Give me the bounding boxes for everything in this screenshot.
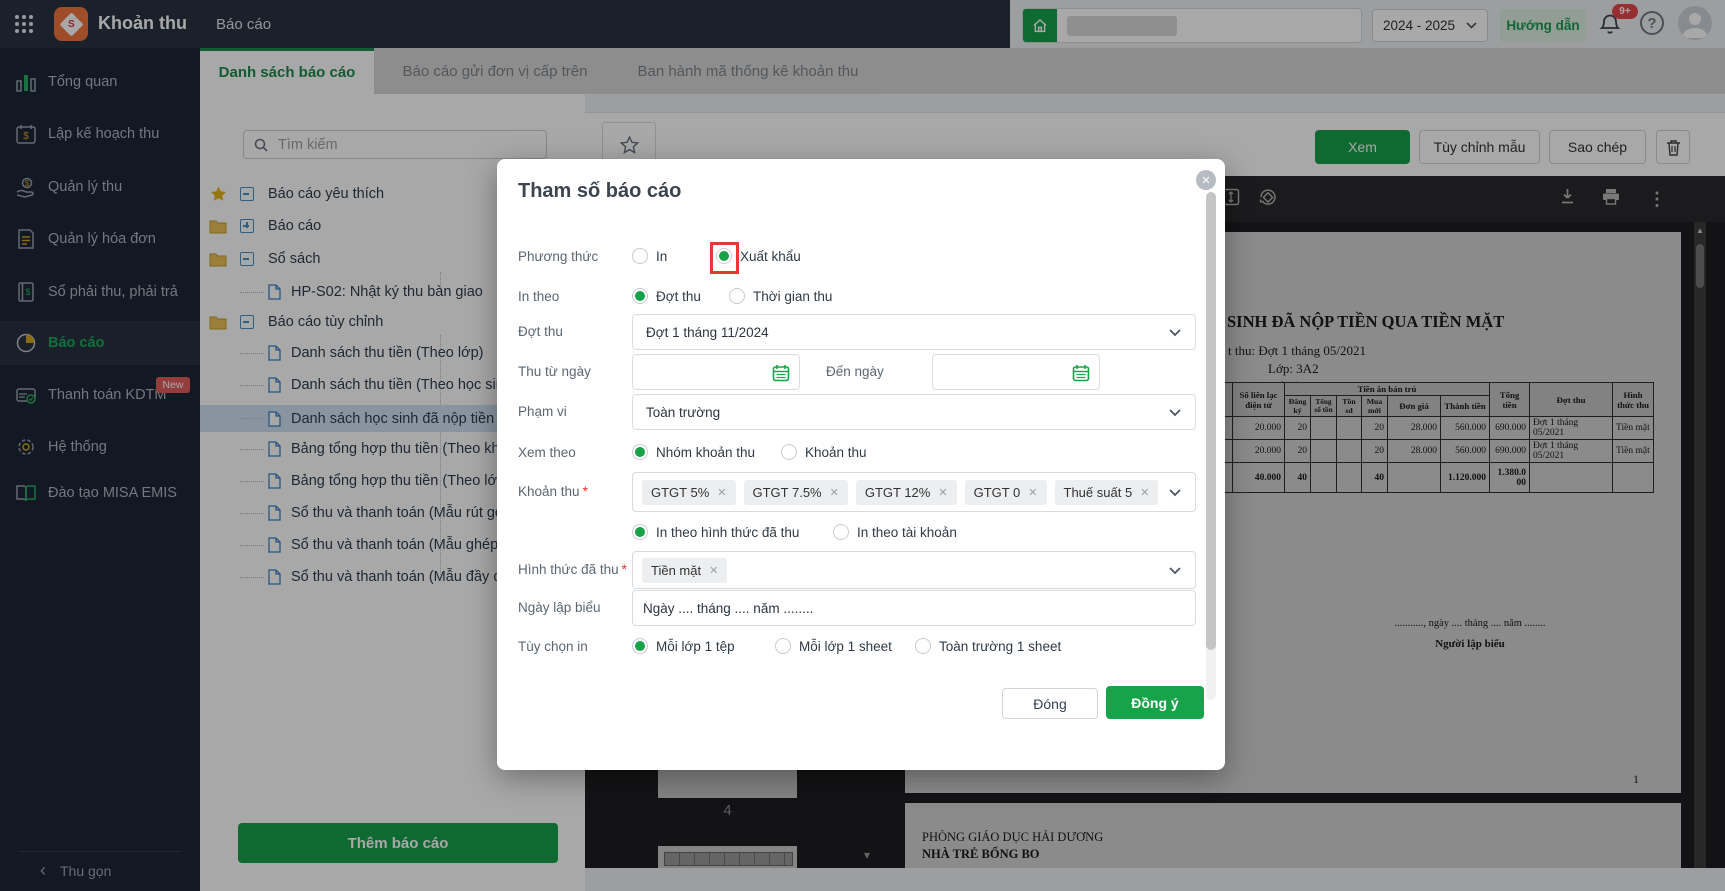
ngay-lap-bieu-input[interactable]: Ngày .... tháng .... năm ........ <box>632 590 1196 626</box>
annotation-highlight-box <box>710 242 739 274</box>
tag-gtgt0: GTGT 0 ✕ <box>964 479 1047 505</box>
required-asterisk: * <box>621 562 627 577</box>
tag-gtgt75: GTGT 7.5% ✕ <box>743 479 848 505</box>
remove-tag-icon[interactable]: ✕ <box>717 486 726 499</box>
remove-tag-icon[interactable]: ✕ <box>1028 486 1037 499</box>
field-label-khoan-thu: Khoản thu * <box>518 484 588 499</box>
radio-in[interactable]: In <box>632 248 667 264</box>
radio-selected-icon[interactable] <box>632 444 648 460</box>
radio-in-theo-tai-khoan[interactable]: In theo tài khoản <box>833 524 957 540</box>
ok-button[interactable]: Đồng ý <box>1106 686 1204 719</box>
khoan-thu-multiselect[interactable]: GTGT 5% ✕ GTGT 7.5% ✕ GTGT 12% ✕ GTGT 0 ✕ Th… <box>632 472 1196 512</box>
report-params-modal: Tham số báo cáo ✕ Phương thức In Xuất kh… <box>497 159 1225 770</box>
radio-dot-thu[interactable]: Đợt thu <box>632 288 701 304</box>
radio-moi-lop-1-sheet[interactable]: Mỗi lớp 1 sheet <box>775 638 892 654</box>
radio-icon[interactable] <box>833 524 849 540</box>
den-ngay-input[interactable] <box>932 354 1100 390</box>
tag-tien-mat: Tiền mặt ✕ <box>642 557 728 583</box>
radio-icon[interactable] <box>775 638 791 654</box>
radio-selected-icon[interactable] <box>632 638 648 654</box>
field-label-in-theo: In theo <box>518 289 560 304</box>
field-label-tuy-chon-in: Tùy chọn in <box>518 639 588 654</box>
chevron-down-icon <box>1169 329 1181 337</box>
tag-thue-suat-5: Thuế suất 5 ✕ <box>1054 479 1159 505</box>
radio-selected-icon[interactable] <box>632 288 648 304</box>
calendar-icon[interactable] <box>1072 364 1090 382</box>
field-label-ngay-lap-bieu: Ngày lập biểu <box>518 600 601 615</box>
radio-toan-truong-1-sheet[interactable]: Toàn trường 1 sheet <box>915 638 1061 654</box>
radio-icon[interactable] <box>632 248 648 264</box>
remove-tag-icon[interactable]: ✕ <box>709 564 718 577</box>
close-icon[interactable]: ✕ <box>1196 170 1216 190</box>
close-button[interactable]: Đóng <box>1002 688 1098 719</box>
thu-tu-ngay-input[interactable] <box>632 354 800 390</box>
tag-gtgt12: GTGT 12% ✕ <box>855 479 957 505</box>
hinh-thuc-da-thu-multiselect[interactable]: Tiền mặt ✕ <box>632 551 1196 589</box>
modal-title: Tham số báo cáo <box>518 180 682 202</box>
field-label-hinh-thuc-da-thu: Hình thức đã thu * <box>518 562 627 577</box>
radio-moi-lop-1-tep[interactable]: Mỗi lớp 1 tệp <box>632 638 735 654</box>
radio-thoi-gian-thu[interactable]: Thời gian thu <box>729 288 832 304</box>
field-label-xem-theo: Xem theo <box>518 445 576 460</box>
chevron-down-icon <box>1169 567 1181 575</box>
chevron-down-icon <box>1169 489 1181 497</box>
chevron-down-icon <box>1169 409 1181 417</box>
calendar-icon[interactable] <box>772 364 790 382</box>
modal-scrollbar-thumb[interactable] <box>1206 192 1216 650</box>
radio-nhom-khoan-thu[interactable]: Nhóm khoản thu <box>632 444 755 460</box>
radio-selected-icon[interactable] <box>632 524 648 540</box>
remove-tag-icon[interactable]: ✕ <box>938 486 947 499</box>
remove-tag-icon[interactable]: ✕ <box>1140 486 1149 499</box>
app-root: S Khoản thu Báo cáo 2024 - 2025 Hướng dẫ… <box>0 0 1725 891</box>
field-label-thu-tu-ngay: Thu từ ngày <box>518 364 591 379</box>
radio-icon[interactable] <box>729 288 745 304</box>
required-asterisk: * <box>582 484 588 499</box>
field-label-phuong-thuc: Phương thức <box>518 249 599 264</box>
radio-in-theo-hinh-thuc[interactable]: In theo hình thức đã thu <box>632 524 799 540</box>
tag-gtgt5: GTGT 5% ✕ <box>642 479 736 505</box>
dot-thu-select[interactable]: Đợt 1 tháng 11/2024 <box>632 314 1196 350</box>
radio-kh​oan-thu[interactable]: Khoản thu <box>781 444 867 460</box>
field-label-dot-thu: Đợt thu <box>518 324 563 339</box>
radio-icon[interactable] <box>915 638 931 654</box>
radio-icon[interactable] <box>781 444 797 460</box>
field-label-pham-vi: Phạm vi <box>518 404 567 419</box>
pham-vi-select[interactable]: Toàn trường <box>632 394 1196 430</box>
field-label-den-ngay: Đến ngày <box>826 364 884 379</box>
remove-tag-icon[interactable]: ✕ <box>830 486 839 499</box>
